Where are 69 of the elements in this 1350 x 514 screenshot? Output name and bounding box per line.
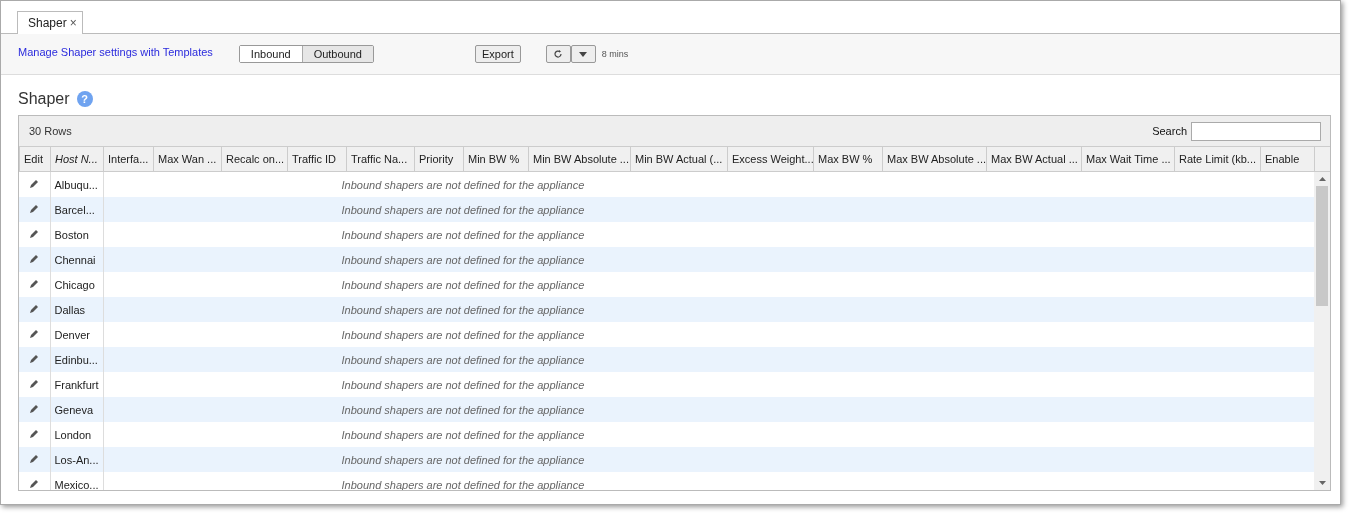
pencil-icon[interactable]	[29, 278, 40, 289]
column-header[interactable]: Excess Weight...	[727, 146, 814, 172]
pencil-icon[interactable]	[29, 328, 40, 339]
templates-link[interactable]: Manage Shaper settings with Templates	[18, 46, 213, 58]
empty-message: Inbound shapers are not defined for the appliance	[341, 303, 585, 316]
column-header[interactable]: Max Wan ...	[153, 146, 222, 172]
pencil-icon[interactable]	[29, 378, 40, 389]
column-header[interactable]: Traffic ID	[287, 146, 347, 172]
close-icon[interactable]: ×	[69, 16, 77, 30]
pencil-icon[interactable]	[29, 453, 40, 464]
pencil-icon[interactable]	[29, 403, 40, 414]
empty-message: Inbound shapers are not defined for the appliance	[341, 403, 585, 416]
scroll-up-icon[interactable]	[1318, 177, 1326, 181]
table-cell: Geneva	[50, 397, 103, 422]
empty-message: Inbound shapers are not defined for the appliance	[341, 203, 585, 216]
direction-toggle[interactable]: Outbound	[302, 46, 373, 62]
table-cell: Barcel...	[50, 197, 103, 222]
scrollbar[interactable]	[1314, 172, 1330, 490]
column-header[interactable]: Edit	[19, 146, 51, 172]
column-header[interactable]: Max BW Actual ...	[986, 146, 1082, 172]
empty-message: Inbound shapers are not defined for the appliance	[341, 453, 585, 466]
table-cell: Mexico...	[50, 472, 103, 490]
pencil-icon[interactable]	[29, 303, 40, 314]
empty-message: Inbound shapers are not defined for the appliance	[341, 353, 585, 366]
table-cell: Edinbu...	[50, 347, 103, 372]
table-cell: Dallas	[50, 297, 103, 322]
column-header[interactable]: Min BW Absolute ...	[528, 146, 631, 172]
empty-message: Inbound shapers are not defined for the appliance	[341, 478, 585, 490]
column-header[interactable]: Min BW %	[463, 146, 529, 172]
column-header[interactable]: Max Wait Time ...	[1081, 146, 1175, 172]
row-count: 30 Rows	[29, 125, 73, 137]
column-header[interactable]: Interfa...	[103, 146, 154, 172]
pencil-icon[interactable]	[29, 428, 40, 439]
column-header[interactable]: Max BW %	[813, 146, 883, 172]
empty-message: Inbound shapers are not defined for the appliance	[341, 328, 585, 341]
table-cell: Chennai	[50, 247, 103, 272]
search-field[interactable]	[1191, 121, 1321, 141]
column-header[interactable]: Rate Limit (kb...	[1174, 146, 1261, 172]
column-header[interactable]: Traffic Na...	[346, 146, 415, 172]
empty-message: Inbound shapers are not defined for the appliance	[341, 178, 585, 191]
empty-message: Inbound shapers are not defined for the appliance	[341, 228, 585, 241]
refresh-icon	[553, 49, 564, 59]
refresh-age: 8 mins	[601, 49, 629, 59]
table-cell: Los-An...	[50, 447, 103, 472]
column-header[interactable]: Min BW Actual (...	[630, 146, 728, 172]
caret-icon	[579, 51, 588, 57]
column-header[interactable]: Host N...	[50, 146, 104, 172]
empty-message: Inbound shapers are not defined for the appliance	[341, 253, 585, 266]
refresh-button[interactable]	[545, 45, 571, 63]
column-header[interactable]: Recalc on...	[221, 146, 288, 172]
empty-message: Inbound shapers are not defined for the appliance	[341, 428, 585, 441]
export-button[interactable]: Export	[474, 45, 521, 63]
column-header[interactable]: Max BW Absolute ...	[882, 146, 987, 172]
empty-message: Inbound shapers are not defined for the appliance	[341, 378, 585, 391]
pencil-icon[interactable]	[29, 353, 40, 364]
pencil-icon[interactable]	[29, 203, 40, 214]
column-header[interactable]: Enable	[1260, 146, 1315, 172]
tab[interactable]: Shaper ×	[17, 11, 83, 34]
column-header[interactable]: Priority	[414, 146, 464, 172]
direction-toggle[interactable]: Inbound	[239, 46, 303, 62]
pencil-icon[interactable]	[29, 178, 40, 189]
scroll-down-icon[interactable]	[1318, 481, 1326, 485]
dropdown-button[interactable]	[570, 45, 596, 63]
pencil-icon[interactable]	[29, 478, 40, 489]
search-label: Search	[1152, 125, 1187, 137]
page-title: Shaper	[18, 90, 70, 108]
pencil-icon[interactable]	[29, 228, 40, 239]
pencil-icon[interactable]	[29, 253, 40, 264]
empty-message: Inbound shapers are not defined for the appliance	[341, 278, 585, 291]
